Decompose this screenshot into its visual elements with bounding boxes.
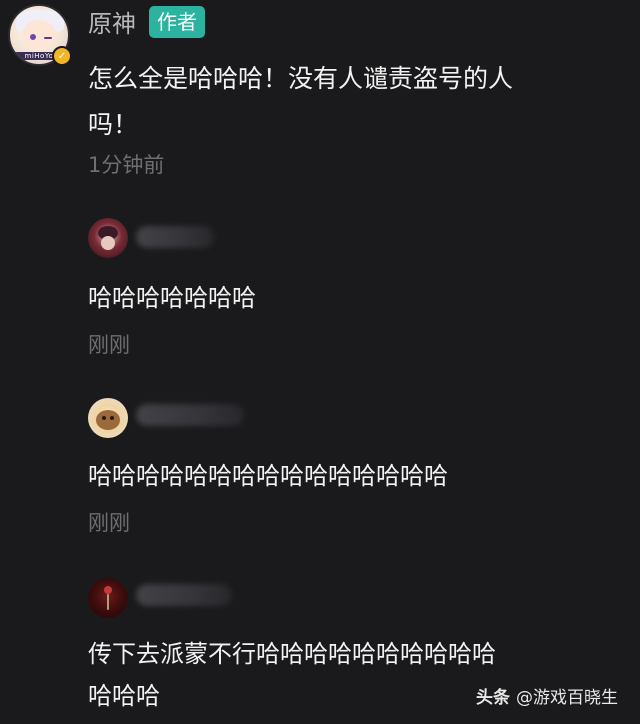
watermark-account: @游戏百晓生 [516, 688, 618, 708]
post-text-line-1: 怎么全是哈哈哈！没有人谴责盗号的人 [88, 64, 514, 93]
avatar-eye-right [110, 416, 114, 420]
verified-badge-icon: ✓ [52, 46, 72, 66]
comment-timestamp: 刚刚 [88, 511, 130, 535]
commenter-name-redacted [136, 226, 214, 248]
comment-text-line-2: 哈哈哈 [88, 682, 160, 710]
commenter-name-redacted [136, 584, 232, 606]
author-badge: 作者 [149, 6, 205, 38]
author-name[interactable]: 原神 [88, 8, 136, 40]
post-timestamp: 1分钟前 [88, 153, 165, 177]
post-text: 怎么全是哈哈哈！没有人谴责盗号的人 吗！ [88, 56, 618, 148]
commenter-avatar[interactable] [88, 218, 128, 258]
watermark-brand: 头条 [476, 688, 510, 708]
comment-text-line-1: 传下去派蒙不行哈哈哈哈哈哈哈哈哈哈 [88, 640, 496, 668]
comment-text: 哈哈哈哈哈哈哈哈哈哈哈哈哈哈哈 [88, 462, 448, 490]
avatar-eye-right [44, 37, 52, 39]
avatar-face [22, 20, 56, 50]
avatar-face [96, 410, 120, 430]
commenter-avatar[interactable] [88, 398, 128, 438]
avatar-eye-left [102, 416, 106, 420]
avatar-face [101, 236, 115, 250]
avatar-flower [104, 586, 112, 594]
watermark: 头条 @游戏百晓生 [476, 686, 618, 710]
commenter-name-redacted [136, 404, 244, 426]
post-text-line-2: 吗！ [88, 110, 139, 139]
avatar-stem [107, 594, 109, 610]
comment-timestamp: 刚刚 [88, 333, 130, 357]
avatar-eye-left [30, 34, 36, 40]
comment-text: 哈哈哈哈哈哈哈 [88, 284, 256, 312]
commenter-avatar[interactable] [88, 578, 128, 618]
